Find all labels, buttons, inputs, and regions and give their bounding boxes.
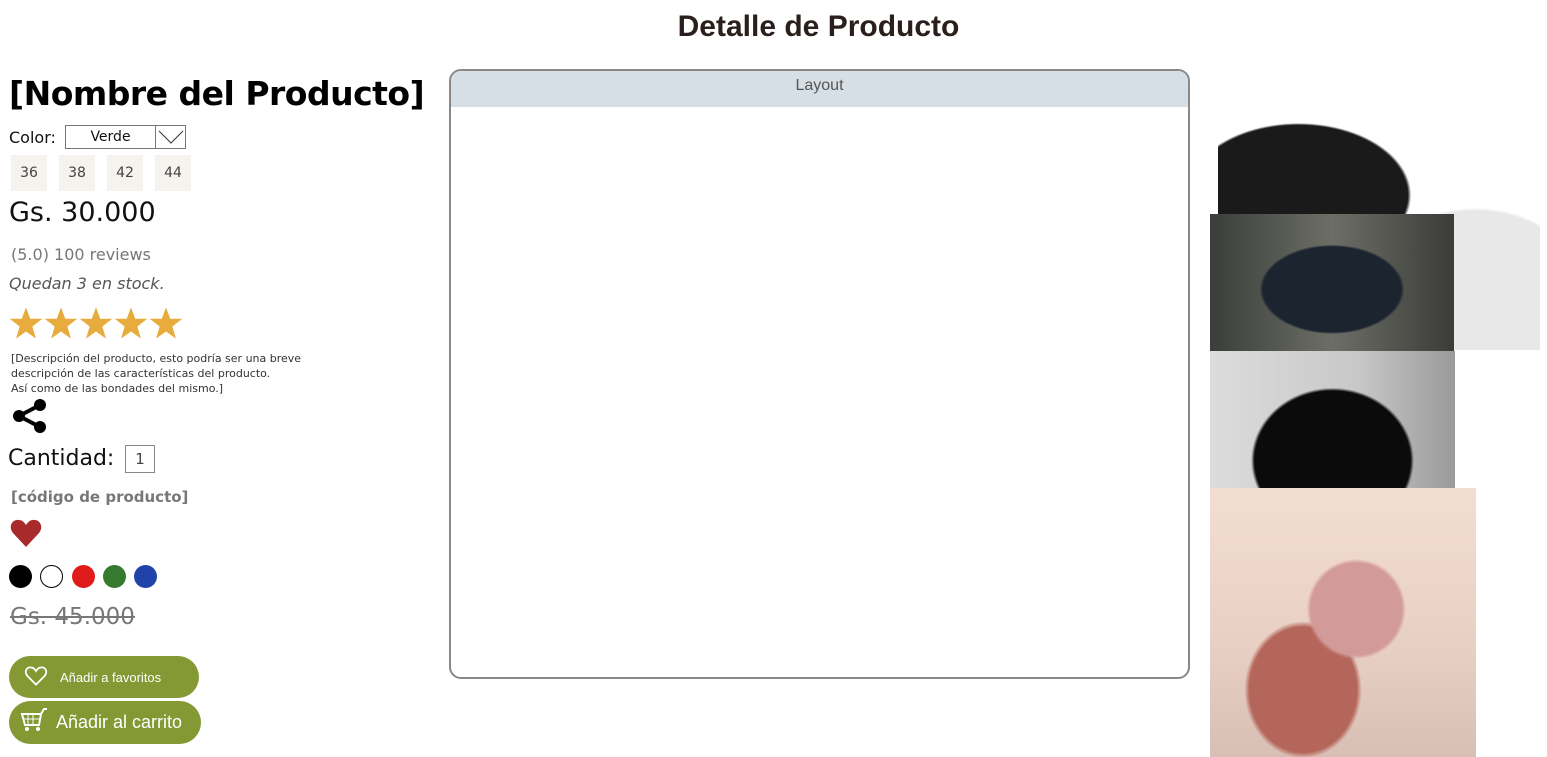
star-rating xyxy=(9,306,183,340)
color-swatch-blue[interactable] xyxy=(134,565,157,588)
product-code: [código de producto] xyxy=(11,488,189,506)
product-name: [Nombre del Producto] xyxy=(9,74,425,113)
color-swatch-black[interactable] xyxy=(9,565,32,588)
description-line: descripción de las características del p… xyxy=(11,367,271,380)
heart-outline-icon xyxy=(24,666,48,689)
page-title: Detalle de Producto xyxy=(677,10,960,43)
sunglasses-image[interactable] xyxy=(1210,488,1476,757)
price: Gs. 30.000 xyxy=(9,197,156,228)
stock-text: Quedan 3 en stock. xyxy=(9,274,165,293)
quantity-input[interactable]: 1 xyxy=(125,445,155,473)
backpack-image[interactable] xyxy=(1210,214,1454,351)
color-select-value: Verde xyxy=(90,129,131,145)
reviews-link[interactable]: (5.0) 100 reviews xyxy=(11,245,151,264)
star-icon xyxy=(79,307,113,339)
chevron-down-icon[interactable] xyxy=(155,126,185,148)
add-to-cart-label: Añadir al carrito xyxy=(56,712,183,732)
star-icon xyxy=(9,307,43,339)
size-option[interactable]: 36 xyxy=(11,155,47,191)
size-option[interactable]: 42 xyxy=(107,155,143,191)
add-to-cart-button[interactable]: Añadir al carrito xyxy=(9,701,201,744)
tshirt-image[interactable] xyxy=(1210,351,1455,488)
quantity-label: Cantidad: xyxy=(8,446,115,471)
color-swatch-white[interactable] xyxy=(40,565,63,588)
description-line: Así como de las bondades del mismo.] xyxy=(11,382,224,395)
star-icon xyxy=(44,307,78,339)
heart-icon[interactable] xyxy=(10,518,42,552)
color-select[interactable]: Verde xyxy=(65,125,186,149)
size-option[interactable]: 38 xyxy=(59,155,95,191)
share-icon[interactable] xyxy=(11,398,49,438)
description-line: [Descripción del producto, esto podría s… xyxy=(11,352,302,365)
color-label: Color: xyxy=(9,128,56,147)
add-to-favorites-label: Añadir a favoritos xyxy=(60,669,162,685)
layout-panel: Layout xyxy=(449,69,1190,679)
size-option[interactable]: 44 xyxy=(155,155,191,191)
color-swatch-red[interactable] xyxy=(72,565,95,588)
star-icon xyxy=(114,307,148,339)
old-price: Gs. 45.000 xyxy=(10,604,135,630)
add-to-favorites-button[interactable]: Añadir a favoritos xyxy=(9,656,199,698)
layout-header: Layout xyxy=(451,71,1188,107)
cart-icon xyxy=(20,707,48,738)
color-swatch-green[interactable] xyxy=(103,565,126,588)
description: [Descripción del producto, esto podría s… xyxy=(11,351,311,396)
star-icon xyxy=(149,307,183,339)
